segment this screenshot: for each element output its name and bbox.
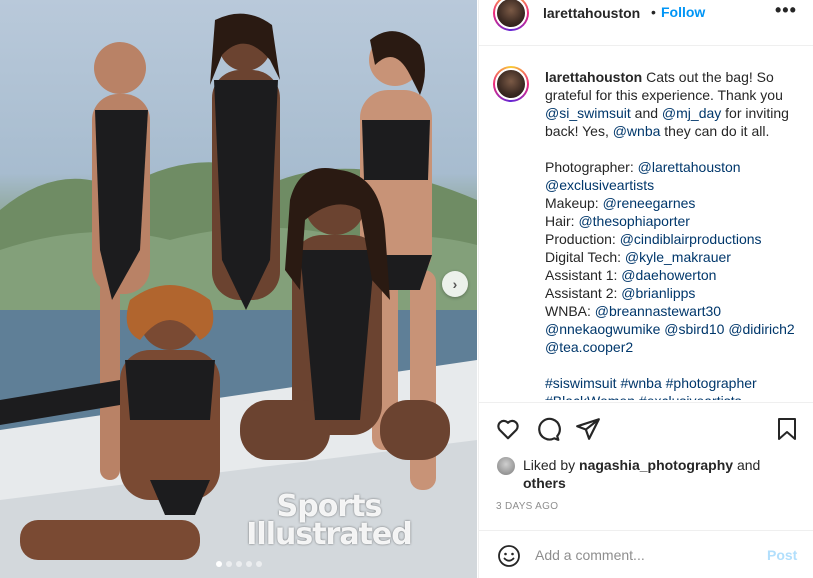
post-header: larettahouston • Follow •••	[479, 0, 813, 31]
caption-mention-link[interactable]: @tea.cooper2	[545, 339, 633, 355]
caption-mention-link[interactable]: @reneegarnes	[603, 195, 696, 211]
carousel-dot	[236, 561, 242, 567]
caption-line: Assistant 2: @brianlipps	[545, 284, 807, 302]
caption-text-run: back! Yes,	[545, 123, 613, 139]
caption-text: larettahouston Cats out the bag! So grate…	[545, 68, 807, 400]
caption-mention-link[interactable]: @nnekaogwumike	[545, 321, 660, 337]
caption-line: @tea.cooper2	[545, 338, 807, 356]
post-photo[interactable]: Sports Illustrated ›	[0, 0, 477, 578]
post-comment-button[interactable]: Post	[767, 547, 797, 563]
author-avatar[interactable]	[493, 0, 529, 31]
caption-mention-link[interactable]: @cindiblairproductions	[620, 231, 762, 247]
carousel-dot	[246, 561, 252, 567]
caption-line: Hair: @thesophiaporter	[545, 212, 807, 230]
emoji-icon[interactable]	[497, 544, 521, 568]
caption-line: @exclusiveartists	[545, 176, 807, 194]
caption-mention-link[interactable]: @exclusiveartists	[545, 177, 654, 193]
caption-line: #BlackWomen #exclusiveartists	[545, 392, 807, 400]
caption-mention-link[interactable]: @si_swimsuit	[545, 105, 631, 121]
caption-mention-link[interactable]: @mj_day	[662, 105, 721, 121]
caption-avatar[interactable]	[493, 66, 529, 102]
caption-mention-link[interactable]: #wnba	[620, 375, 661, 391]
photo-illustration	[0, 13, 477, 578]
follow-button[interactable]: Follow	[661, 4, 705, 20]
caption-line: Assistant 1: @daehowerton	[545, 266, 807, 284]
carousel-dot	[256, 561, 262, 567]
caption-line: larettahouston Cats out the bag! So	[545, 68, 807, 86]
caption-line: Production: @cindiblairproductions	[545, 230, 807, 248]
post-date[interactable]: 3 DAYS AGO	[496, 501, 558, 512]
caption-text-run: Digital Tech:	[545, 249, 625, 265]
caption-mention-link[interactable]: @larettahouston	[638, 159, 741, 175]
caption-text-run: Photographer:	[545, 159, 638, 175]
carousel-dot	[216, 561, 222, 567]
caption-mention-link[interactable]: @thesophiaporter	[578, 213, 690, 229]
comment-bar: Post	[479, 530, 813, 578]
share-icon[interactable]	[575, 416, 601, 442]
liked-by-prefix: Liked by	[523, 457, 580, 473]
caption-text-run: and	[630, 105, 662, 121]
liker-avatar[interactable]	[497, 457, 515, 475]
caption-text-run: Assistant 1:	[545, 267, 622, 283]
comment-input[interactable]	[535, 545, 755, 565]
caption-text-run: Hair:	[545, 213, 579, 229]
caption-line: @si_swimsuit and @mj_day for inviting	[545, 104, 807, 122]
caption-mention-link[interactable]: #BlackWomen	[545, 393, 635, 400]
caption-username[interactable]: larettahouston	[545, 69, 642, 85]
caption-mention-link[interactable]: #siswimsuit	[545, 375, 617, 391]
chevron-right-icon: ›	[452, 276, 458, 292]
more-options-icon[interactable]: •••	[775, 0, 797, 21]
caption-text-run: Production:	[545, 231, 620, 247]
heart-icon[interactable]	[495, 416, 521, 442]
caption-text-run: for inviting	[721, 105, 789, 121]
caption-mention-link[interactable]: @daehowerton	[621, 267, 716, 283]
caption-line: #siswimsuit #wnba #photographer	[545, 374, 807, 392]
separator-dot: •	[651, 4, 656, 20]
action-bar	[479, 404, 813, 454]
caption-mention-link[interactable]: @breannastewart30	[595, 303, 721, 319]
caption-mention-link[interactable]: #exclusiveartists	[639, 393, 742, 400]
next-photo-button[interactable]: ›	[442, 271, 468, 297]
caption-line: grateful for this experience. Thank you	[545, 86, 807, 104]
actions-divider	[479, 402, 813, 403]
caption-mention-link[interactable]: @kyle_makrauer	[625, 249, 731, 265]
caption-line: Makeup: @reneegarnes	[545, 194, 807, 212]
caption-text-run: Assistant 2:	[545, 285, 622, 301]
caption-mention-link[interactable]: #photographer	[666, 375, 757, 391]
carousel-dots	[216, 561, 262, 567]
caption-mention-link[interactable]: @didirich2	[728, 321, 794, 337]
caption-line: Photographer: @larettahouston	[545, 158, 807, 176]
caption-text-run: WNBA:	[545, 303, 595, 319]
caption-text-run: Cats out the bag! So	[642, 69, 774, 85]
carousel-dot	[226, 561, 232, 567]
caption-line: @nnekaogwumike @sbird10 @didirich2	[545, 320, 807, 338]
caption-text-run: Makeup:	[545, 195, 603, 211]
bookmark-icon[interactable]	[775, 416, 799, 442]
caption-line: Digital Tech: @kyle_makrauer	[545, 248, 807, 266]
likes-others-link[interactable]: others	[523, 475, 566, 491]
liked-and: and	[733, 457, 761, 473]
caption-mention-link[interactable]: @sbird10	[664, 321, 724, 337]
caption-mention-link[interactable]: @wnba	[613, 123, 661, 139]
sports-illustrated-logo: Sports Illustrated	[246, 489, 412, 552]
caption-text-run: they can do it all.	[660, 123, 770, 139]
caption-line: back! Yes, @wnba they can do it all.	[545, 122, 807, 140]
caption-line: WNBA: @breannastewart30	[545, 302, 807, 320]
caption-text-run: grateful for this experience. Thank you	[545, 87, 783, 103]
post-side-panel: larettahouston • Follow ••• larettahoust…	[478, 0, 813, 578]
author-username[interactable]: larettahouston	[543, 5, 640, 21]
caption-area: larettahouston Cats out the bag! So grate…	[479, 40, 813, 400]
liker-username[interactable]: nagashia_photography	[579, 457, 733, 473]
comment-icon[interactable]	[535, 416, 561, 442]
caption-mention-link[interactable]: @brianlipps	[621, 285, 695, 301]
